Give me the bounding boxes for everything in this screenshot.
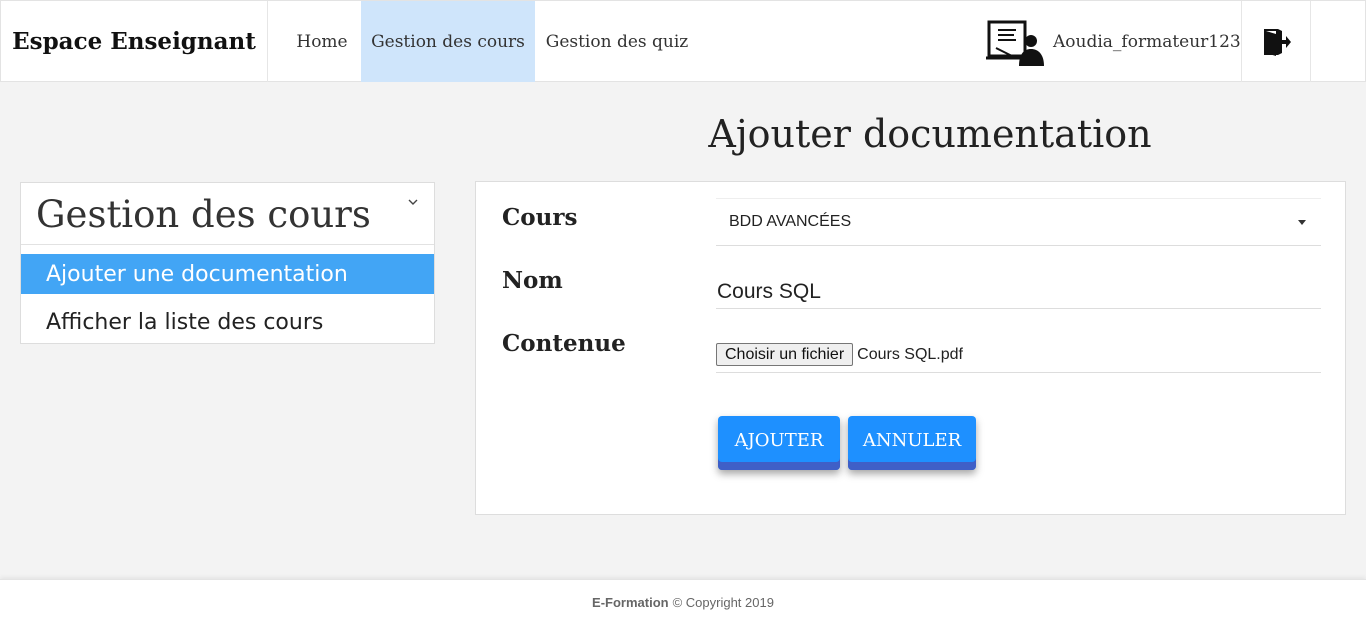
logout-button[interactable] (1241, 1, 1311, 82)
nom-input[interactable] (716, 276, 1321, 309)
sidebar-item-liste-cours[interactable]: Afficher la liste des cours (21, 303, 434, 341)
sidebar-header[interactable]: Gestion des cours (21, 183, 434, 245)
top-navbar: Espace Enseignant Home Gestion des cours… (0, 0, 1366, 82)
caret-down-icon (1298, 220, 1306, 225)
nav-home[interactable]: Home (284, 1, 360, 82)
brand-title[interactable]: Espace Enseignant (1, 1, 268, 82)
nom-label: Nom (502, 267, 563, 294)
sidebar-item-ajouter-documentation[interactable]: Ajouter une documentation (21, 254, 434, 294)
sidebar-title: Gestion des cours (36, 193, 371, 236)
footer-copyright: © Copyright 2019 (672, 595, 774, 610)
footer-brand: E-Formation (592, 595, 669, 610)
cours-select[interactable]: BDD AVANCÉES (716, 198, 1321, 246)
file-name: Cours SQL.pdf (857, 346, 963, 363)
sidebar: Gestion des cours Ajouter une documentat… (20, 182, 435, 344)
annuler-button[interactable]: ANNULER (848, 416, 976, 470)
ajouter-button[interactable]: AJOUTER (718, 416, 840, 470)
nav-gestion-cours[interactable]: Gestion des cours (361, 1, 535, 82)
cours-label: Cours (502, 204, 578, 231)
teacher-board-icon (986, 20, 1044, 66)
footer: E-Formation © Copyright 2019 (0, 579, 1366, 625)
username[interactable]: Aoudia_formateur123 (1053, 1, 1241, 82)
cours-select-value: BDD AVANCÉES (729, 213, 852, 230)
logout-icon (1264, 28, 1291, 56)
form-panel: Cours BDD AVANCÉES Nom Contenue Choisir … (475, 181, 1346, 515)
page-title: Ajouter documentation (708, 112, 1152, 156)
chevron-down-icon[interactable] (406, 195, 420, 209)
nav-gestion-quiz[interactable]: Gestion des quiz (535, 1, 699, 82)
contenue-label: Contenue (502, 330, 626, 357)
file-input: Choisir un fichier Cours SQL.pdf (716, 343, 1321, 373)
choose-file-button[interactable]: Choisir un fichier (716, 343, 854, 366)
